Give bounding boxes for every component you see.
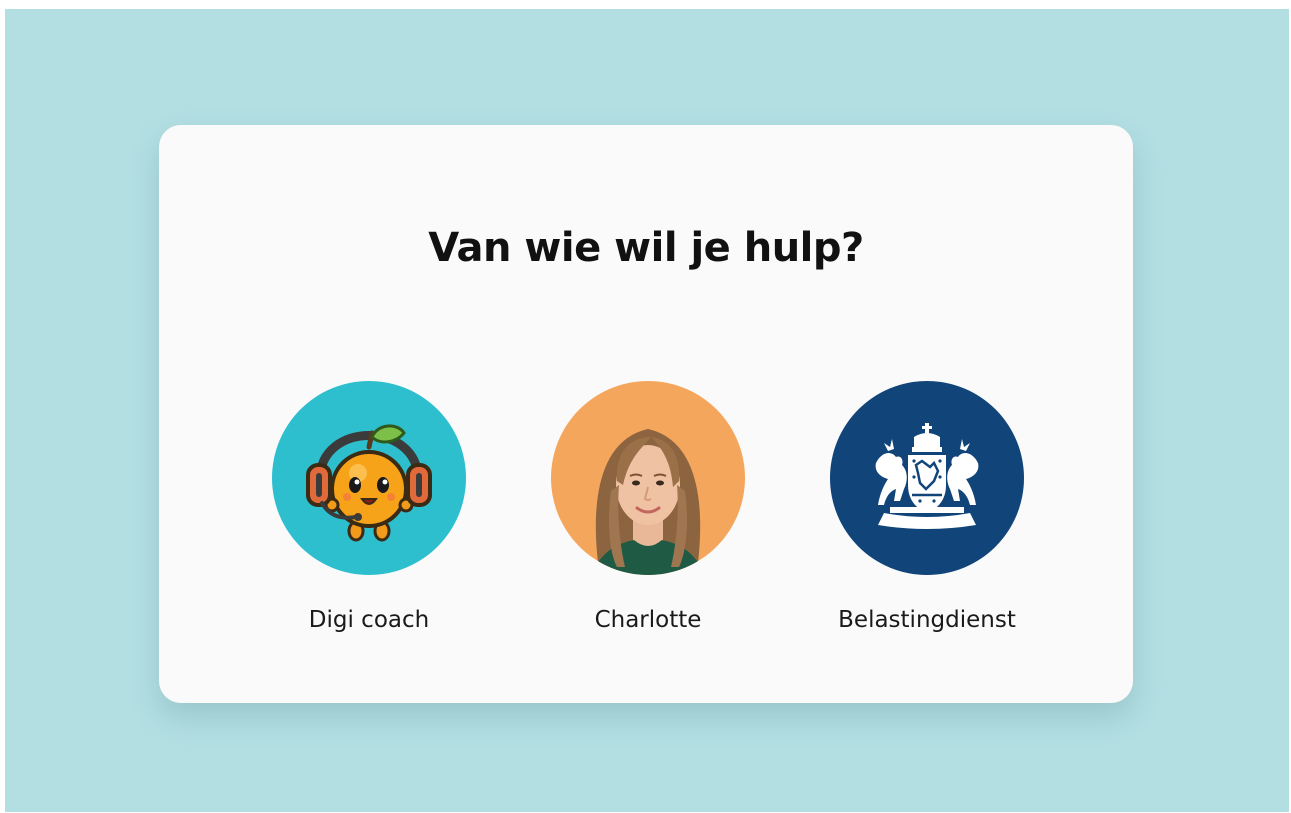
- page-background: Van wie wil je hulp? Digi coach Charlott…: [5, 9, 1289, 812]
- option-digi-coach[interactable]: Digi coach: [249, 381, 489, 633]
- coat-of-arms-icon: [875, 423, 979, 529]
- option-label: Charlotte: [594, 607, 702, 633]
- option-label: Belastingdienst: [838, 607, 1016, 633]
- person-portrait-icon: [591, 429, 705, 575]
- option-belastingdienst[interactable]: Belastingdienst: [807, 381, 1047, 633]
- digi-coach-avatar[interactable]: [272, 381, 466, 575]
- dialog-title: Van wie wil je hulp?: [428, 225, 864, 271]
- orange-mascot-icon: [306, 424, 432, 542]
- option-label: Digi coach: [308, 607, 430, 633]
- belastingdienst-logo[interactable]: [830, 381, 1024, 575]
- help-choice-card: Van wie wil je hulp? Digi coach Charlott…: [159, 125, 1133, 703]
- charlotte-avatar[interactable]: [551, 381, 745, 575]
- option-charlotte[interactable]: Charlotte: [528, 381, 768, 633]
